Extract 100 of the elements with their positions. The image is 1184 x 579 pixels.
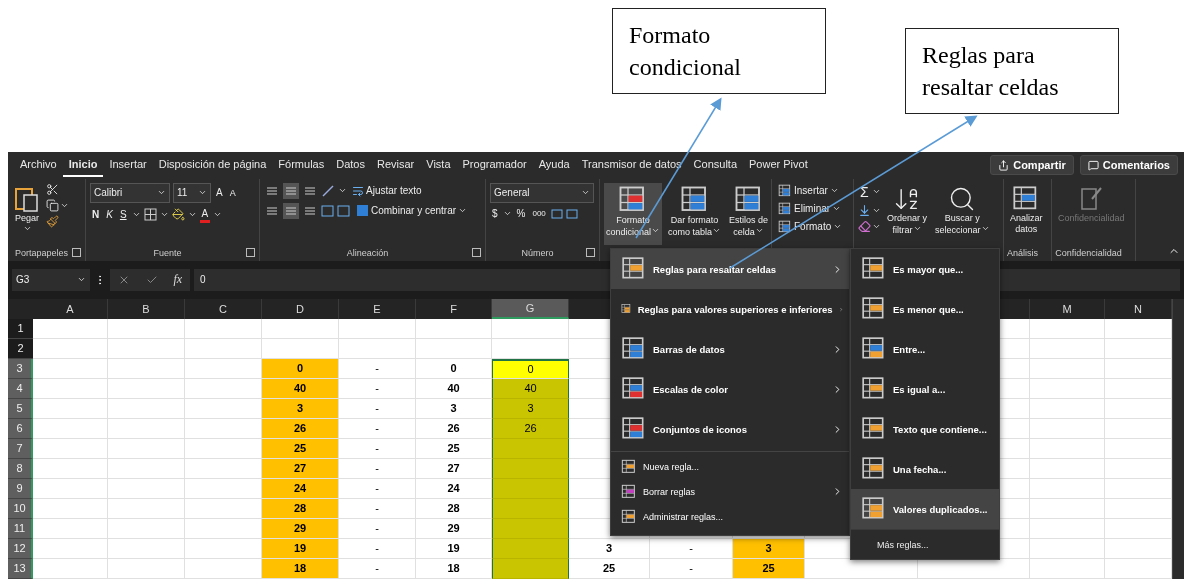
menu-item[interactable]: Texto que contiene...	[851, 409, 999, 449]
column-header[interactable]: N	[1105, 299, 1172, 319]
ribbon-tab[interactable]: Insertar	[103, 153, 153, 177]
row-header[interactable]: 10	[8, 499, 33, 519]
number-format-field[interactable]: General	[490, 182, 594, 203]
ribbon-tab[interactable]: Archivo	[14, 153, 63, 177]
ribbon-tab[interactable]: Power Pivot	[743, 153, 814, 177]
row-header[interactable]: 7	[8, 439, 33, 459]
row-header[interactable]: 3	[8, 359, 33, 379]
percent-button[interactable]: %	[514, 207, 528, 221]
ribbon-tab[interactable]: Vista	[420, 153, 457, 177]
share-button[interactable]: Compartir	[990, 155, 1074, 176]
font-name-field[interactable]: Calibri	[90, 182, 170, 203]
row-header[interactable]: 4	[8, 379, 33, 399]
fill-down-icon[interactable]	[858, 203, 871, 217]
editing-button[interactable]: Buscar y seleccionar	[933, 182, 992, 245]
column-header[interactable]: C	[185, 299, 262, 319]
row-header[interactable]: 8	[8, 459, 33, 479]
table-cell: -	[339, 379, 416, 399]
row-header[interactable]: 12	[8, 539, 33, 559]
vertical-scrollbar[interactable]	[1172, 299, 1184, 579]
menu-item[interactable]: Es mayor que...	[851, 249, 999, 289]
menu-item[interactable]: Nueva regla...	[611, 454, 849, 479]
indent-icon[interactable]	[321, 203, 351, 218]
column-header[interactable]: M	[1030, 299, 1105, 319]
font-style-button[interactable]: N	[90, 208, 102, 222]
fill-color-icon[interactable]	[171, 208, 185, 222]
style-button[interactable]: Dar formato como tabla	[666, 182, 724, 245]
row-header[interactable]: 13	[8, 559, 33, 579]
eraser-icon[interactable]	[858, 219, 871, 233]
column-header[interactable]: B	[108, 299, 185, 319]
comments-button[interactable]: Comentarios	[1079, 155, 1178, 176]
ribbon-tab[interactable]: Revisar	[370, 153, 421, 177]
orientation-icon[interactable]	[321, 183, 335, 198]
menu-item[interactable]: Escalas de color	[611, 369, 849, 409]
menu-item[interactable]: Entre...	[851, 329, 999, 369]
dialog-launcher-icon[interactable]	[472, 247, 481, 257]
menu-item[interactable]: Valores duplicados...	[851, 489, 999, 529]
font-style-button[interactable]: K	[104, 208, 115, 222]
ribbon-tab[interactable]: Disposición de página	[152, 153, 273, 177]
insert-function-button[interactable]: fx	[173, 272, 183, 288]
decimal-icon[interactable]	[550, 206, 579, 221]
copy-icon[interactable]	[46, 198, 59, 212]
cells-button[interactable]: Formato	[776, 218, 845, 235]
ribbon-tab[interactable]: Transmisor de datos	[575, 153, 688, 177]
menu-item[interactable]: Reglas para resaltar celdas	[611, 249, 849, 289]
cells-button[interactable]: Eliminar	[776, 200, 845, 217]
row-header[interactable]: 6	[8, 419, 33, 439]
shrink-font-button[interactable]: A	[227, 186, 238, 199]
menu-item[interactable]: Barras de datos	[611, 329, 849, 369]
column-header[interactable]: F	[416, 299, 492, 319]
dialog-launcher-icon[interactable]	[246, 247, 255, 257]
paste-button[interactable]: Pegar	[12, 182, 42, 245]
wrap-text-button[interactable]: Ajustar texto	[350, 183, 424, 198]
ribbon-tab[interactable]: Inicio	[62, 153, 104, 177]
menu-item[interactable]: Es menor que...	[851, 289, 999, 329]
menu-item[interactable]: Borrar reglas	[611, 479, 849, 504]
vertical-align-icon[interactable]	[283, 182, 299, 199]
column-header[interactable]: G	[492, 299, 569, 319]
row-header[interactable]: 11	[8, 519, 33, 539]
horizontal-align-icon[interactable]	[283, 202, 299, 219]
menu-item[interactable]: Conjuntos de iconos	[611, 409, 849, 449]
ribbon-tab[interactable]: Ayuda	[532, 153, 576, 177]
table-cell	[1105, 359, 1172, 379]
column-header[interactable]: E	[339, 299, 416, 319]
currency-button[interactable]: $	[490, 207, 500, 221]
analyze-data-button[interactable]: Analizar datos	[1008, 182, 1045, 245]
font-style-button[interactable]: S	[117, 208, 129, 222]
menu-item[interactable]: Administrar reglas...	[611, 504, 849, 529]
format-painter-icon[interactable]	[46, 214, 59, 228]
cut-icon[interactable]	[46, 182, 59, 196]
style-button[interactable]: Estilos de celda	[727, 182, 771, 245]
font-size-field[interactable]: 11	[173, 182, 211, 203]
font-color-button[interactable]: A	[199, 206, 211, 223]
autosum-button[interactable]: Σ	[858, 182, 871, 201]
thousands-button[interactable]: 000	[530, 208, 548, 220]
menu-item[interactable]: Es igual a...	[851, 369, 999, 409]
table-cell: -	[650, 539, 733, 559]
menu-item[interactable]: Reglas para valores superiores e inferiores	[611, 289, 849, 329]
table-cell: 29	[416, 519, 492, 539]
column-header[interactable]: D	[262, 299, 339, 319]
ribbon-tab[interactable]: Programador	[456, 153, 533, 177]
row-header[interactable]: 9	[8, 479, 33, 499]
ribbon-tab[interactable]: Fórmulas	[272, 153, 331, 177]
dialog-launcher-icon[interactable]	[586, 247, 595, 257]
more-rules-item[interactable]: Más reglas...	[851, 529, 999, 559]
name-box[interactable]: G3	[12, 268, 90, 291]
dialog-launcher-icon[interactable]	[72, 247, 81, 257]
menu-item[interactable]: Una fecha...	[851, 449, 999, 489]
merge-center-button[interactable]: Combinar y centrar	[354, 203, 470, 219]
row-header[interactable]: 5	[8, 399, 33, 419]
group-label: Número	[521, 247, 554, 258]
borders-icon[interactable]	[143, 208, 157, 222]
cells-button[interactable]: Insertar	[776, 182, 845, 199]
table-cell	[1105, 379, 1172, 399]
grow-font-button[interactable]: A	[214, 186, 225, 200]
ribbon-tab[interactable]: Datos	[330, 153, 371, 177]
column-header[interactable]: A	[33, 299, 108, 319]
editing-button[interactable]: Ordenar y filtrar	[885, 182, 930, 245]
ribbon-tab[interactable]: Consulta	[687, 153, 743, 177]
